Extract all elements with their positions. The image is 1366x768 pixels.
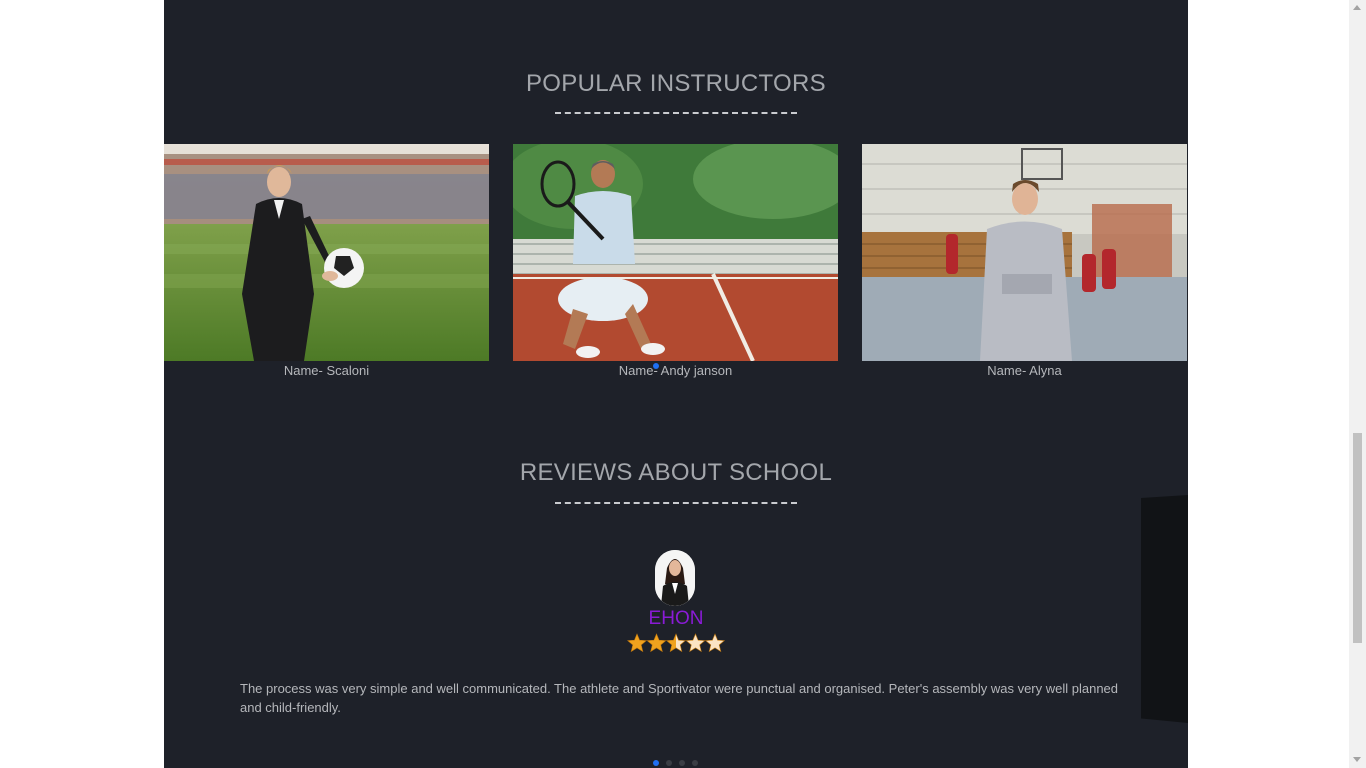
star-icon [646,633,667,652]
rating-stars [627,633,725,652]
instructor-card[interactable]: Name- Scaloni [164,144,489,379]
instructor-card[interactable]: Name- Alyna [862,144,1187,379]
instructor-photo-football [164,144,489,361]
star-half-icon [666,633,686,652]
vertical-scrollbar[interactable] [1349,0,1366,768]
star-icon [627,633,647,652]
instructors-section-title: POPULAR INSTRUCTORS [526,70,826,97]
reviewer-name: EHON [648,608,704,629]
instructor-photo-tennis [513,144,838,361]
review-text: The process was very simple and well com… [240,681,1119,715]
instructor-card[interactable]: Name- Andy janson [513,144,838,379]
scroll-down-icon[interactable] [1353,757,1361,762]
pagination-dot-3[interactable] [679,760,685,766]
star-empty-icon [705,633,725,652]
pagination-dot-1[interactable] [653,760,659,766]
reviewer-avatar [655,550,695,606]
instructor-photo-basketball [862,144,1187,361]
pagination-dot-4[interactable] [692,760,698,766]
pagination-dot-2[interactable] [666,760,672,766]
page-content: POPULAR INSTRUCTORS Name- Scaloni Name- … [164,0,1188,768]
scroll-up-icon[interactable] [1353,5,1361,10]
star-empty-icon [685,633,706,652]
instructors-carousel-dot[interactable] [653,363,659,369]
instructor-name: Name- Alyna [987,363,1062,378]
reviews-title-divider [555,502,797,504]
instructors-title-divider [555,112,797,114]
scrollbar-thumb[interactable] [1353,433,1362,643]
instructor-name: Name- Andy janson [618,363,733,378]
instructor-name: Name- Scaloni [283,363,370,378]
reviews-section-title: REVIEWS ABOUT SCHOOL [519,459,833,486]
